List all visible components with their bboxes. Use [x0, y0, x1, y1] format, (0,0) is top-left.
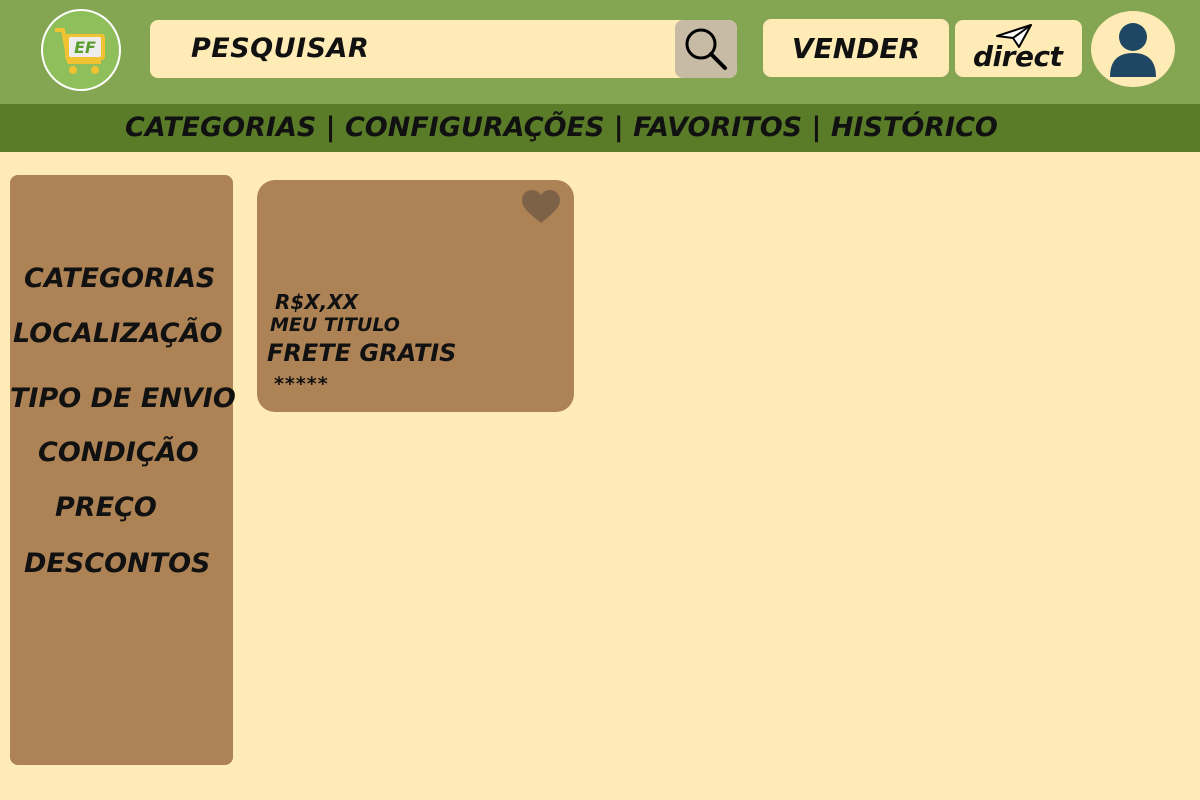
nav-favorites[interactable]: FAVORITOS — [633, 112, 802, 143]
search-label: PESQUISAR — [191, 33, 370, 64]
nav-separator: | — [316, 112, 345, 143]
user-icon — [1110, 23, 1156, 77]
sidebar-item-categories[interactable]: CATEGORIAS — [24, 263, 215, 294]
nav-settings[interactable]: CONFIGURAÇÕES — [345, 112, 604, 143]
nav-categories[interactable]: CATEGORIAS — [125, 112, 316, 143]
product-shipping: FRETE GRATIS — [267, 339, 457, 367]
sidebar-item-discounts[interactable]: DESCONTOS — [24, 548, 210, 579]
search-icon — [685, 28, 727, 70]
product-title: MEU TITULO — [270, 314, 400, 336]
nav-bar: CATEGORIAS | CONFIGURAÇÕES | FAVORITOS |… — [0, 104, 1200, 152]
nav-separator: | — [604, 112, 634, 143]
logo[interactable]: EF — [41, 9, 121, 91]
product-rating: ***** — [274, 373, 329, 395]
sidebar-item-location[interactable]: LOCALIZAÇÃO — [13, 318, 223, 349]
heart-icon[interactable] — [520, 189, 562, 225]
product-card[interactable]: R$X,XX MEU TITULO FRETE GRATIS ***** — [257, 180, 574, 412]
sidebar-item-price[interactable]: PREÇO — [55, 492, 157, 523]
shopping-cart-logo-icon: EF — [55, 28, 105, 74]
search-button[interactable] — [675, 20, 737, 78]
search-bar[interactable]: PESQUISAR — [150, 20, 737, 78]
logo-lettering: EF — [74, 38, 96, 57]
nav-history[interactable]: HISTÓRICO — [831, 112, 998, 143]
nav-separator: | — [802, 112, 831, 143]
direct-messages-button[interactable]: direct — [955, 20, 1082, 77]
direct-label: direct — [973, 40, 1063, 73]
top-header: EF PESQUISAR VENDER direct — [0, 0, 1200, 104]
sell-button[interactable]: VENDER — [763, 19, 949, 77]
filter-sidebar: CATEGORIAS LOCALIZAÇÃO TIPO DE ENVIO CON… — [10, 175, 236, 765]
user-avatar[interactable] — [1091, 11, 1175, 87]
nav-links: CATEGORIAS | CONFIGURAÇÕES | FAVORITOS |… — [125, 112, 998, 143]
sidebar-item-condition[interactable]: CONDIÇÃO — [38, 437, 199, 468]
sidebar-item-shipping-type[interactable]: TIPO DE ENVIO — [10, 383, 236, 414]
product-price: R$X,XX — [275, 290, 359, 314]
